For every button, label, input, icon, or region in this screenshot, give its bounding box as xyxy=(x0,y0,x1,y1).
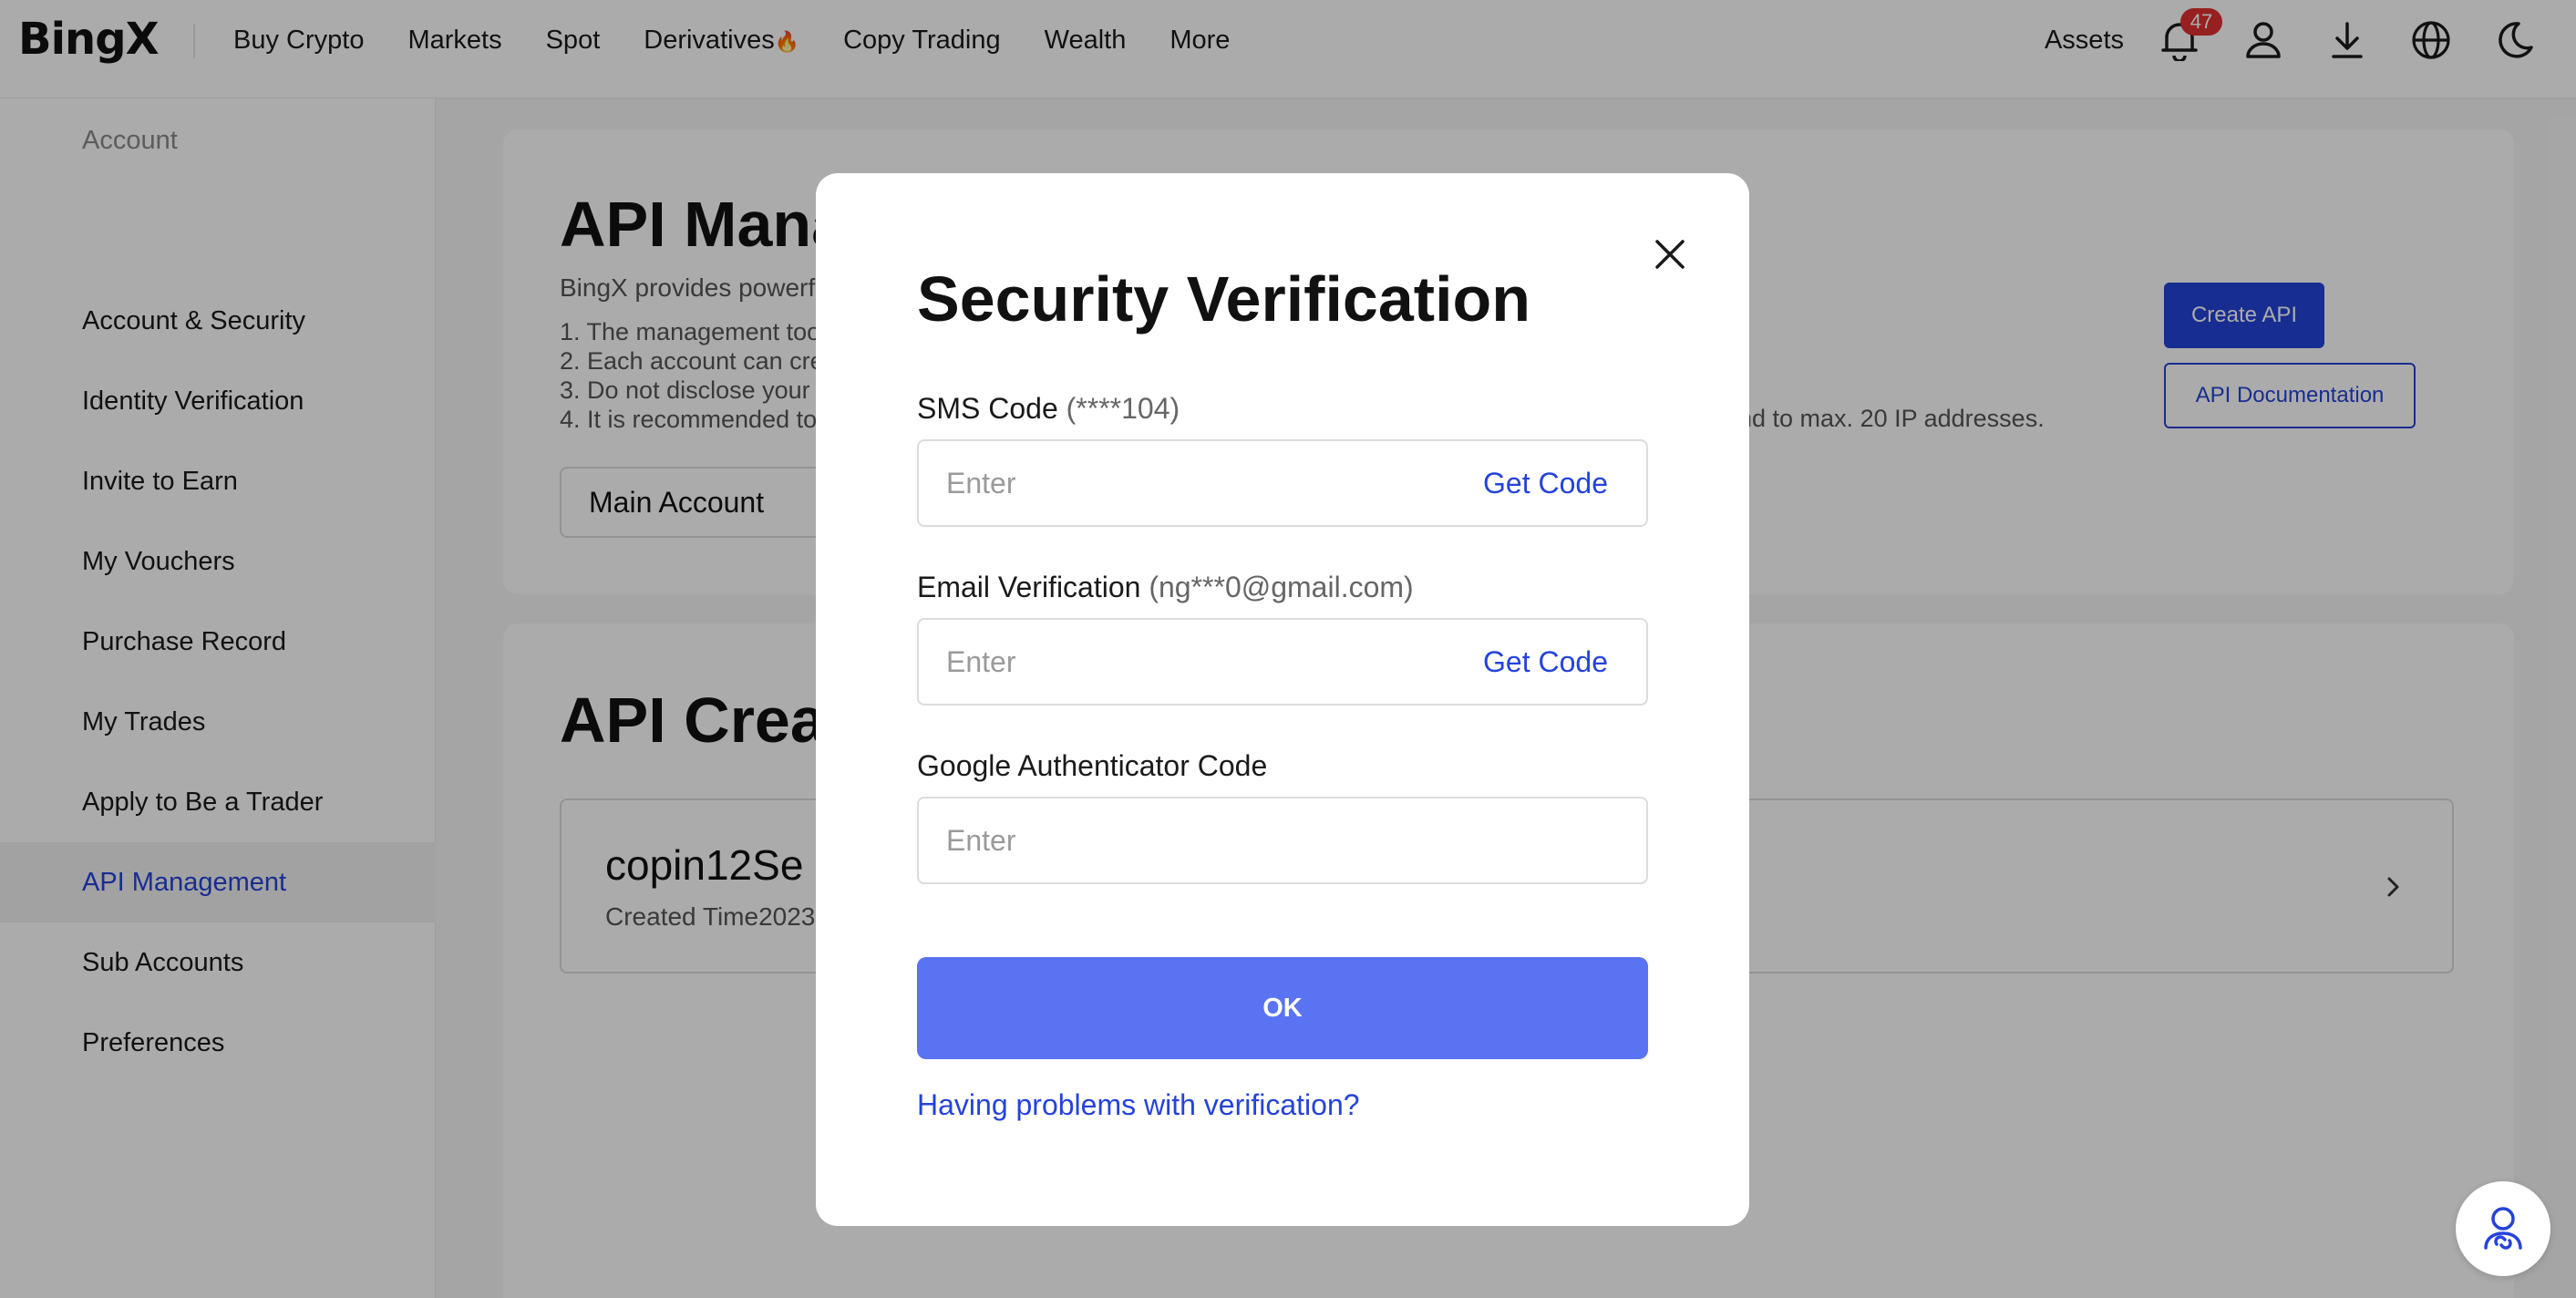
sms-code-hint: (****104) xyxy=(1066,392,1180,425)
google-auth-label: Google Authenticator Code xyxy=(917,749,1268,782)
ok-button[interactable]: OK xyxy=(917,957,1648,1059)
sms-code-field: Get Code xyxy=(917,439,1648,527)
email-verification-field: Get Code xyxy=(917,618,1648,706)
sms-code-label: SMS Code (****104) xyxy=(917,392,1180,426)
email-verification-hint: (ng***0@gmail.com) xyxy=(1149,571,1414,603)
sms-code-input[interactable] xyxy=(946,441,1420,525)
support-chat-button[interactable] xyxy=(2456,1181,2550,1276)
google-auth-input[interactable] xyxy=(946,798,1420,882)
close-icon[interactable] xyxy=(1647,232,1693,277)
modal-title: Security Verification xyxy=(917,263,1531,335)
email-get-code-button[interactable]: Get Code xyxy=(1483,620,1608,704)
sms-code-label-text: SMS Code xyxy=(917,392,1058,425)
google-auth-field xyxy=(917,797,1648,884)
support-agent-icon xyxy=(2484,1207,2522,1250)
security-verification-modal: Security Verification SMS Code (****104)… xyxy=(816,173,1749,1226)
email-verification-label: Email Verification (ng***0@gmail.com) xyxy=(917,571,1414,604)
verification-help-link[interactable]: Having problems with verification? xyxy=(917,1088,1360,1122)
email-verification-input[interactable] xyxy=(946,620,1420,704)
email-verification-label-text: Email Verification xyxy=(917,571,1141,603)
sms-get-code-button[interactable]: Get Code xyxy=(1483,441,1608,525)
